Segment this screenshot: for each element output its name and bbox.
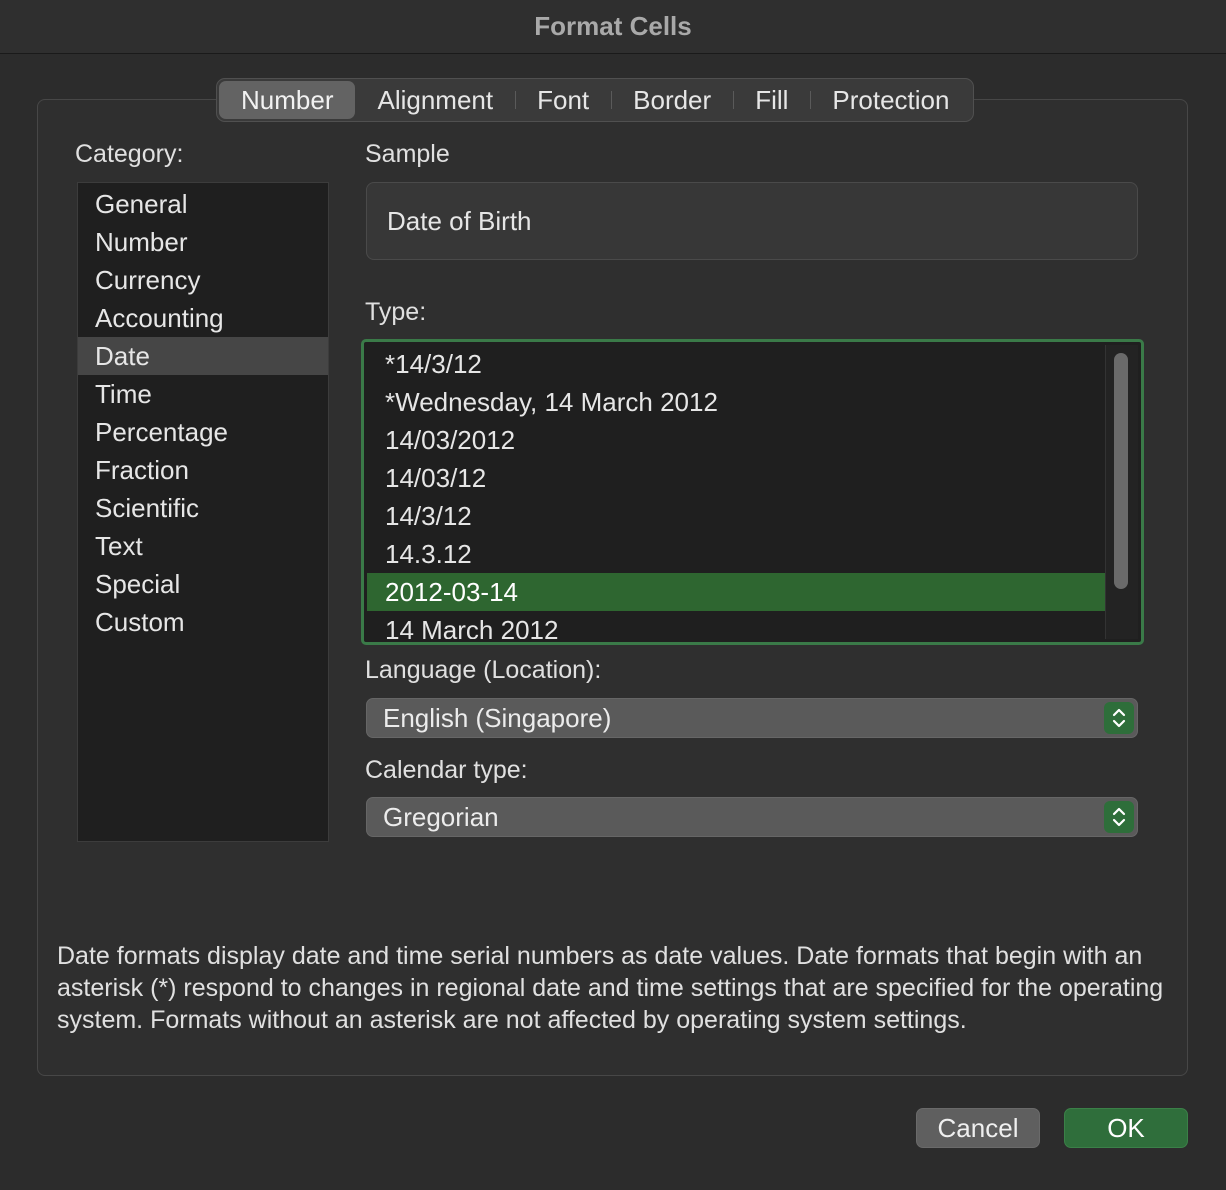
category-item-text[interactable]: Text	[78, 527, 328, 565]
category-item-currency[interactable]: Currency	[78, 261, 328, 299]
category-item-special[interactable]: Special	[78, 565, 328, 603]
category-item-date[interactable]: Date	[78, 337, 328, 375]
category-item-custom[interactable]: Custom	[78, 603, 328, 641]
tab-font[interactable]: Font	[515, 81, 611, 119]
type-item[interactable]: *Wednesday, 14 March 2012	[367, 383, 1105, 421]
format-cells-dialog: Format Cells Number Alignment Font Borde…	[0, 0, 1226, 1190]
category-item-percentage[interactable]: Percentage	[78, 413, 328, 451]
category-label: Category:	[75, 140, 184, 168]
tab-fill[interactable]: Fill	[733, 81, 810, 119]
sample-value: Date of Birth	[387, 205, 532, 236]
chevron-up-down-icon	[1104, 702, 1134, 734]
type-list[interactable]: *14/3/12 *Wednesday, 14 March 2012 14/03…	[361, 339, 1144, 645]
category-item-general[interactable]: General	[78, 185, 328, 223]
tab-protection[interactable]: Protection	[810, 81, 971, 119]
type-item-selected[interactable]: 2012-03-14	[367, 573, 1105, 611]
type-item[interactable]: 14/3/12	[367, 497, 1105, 535]
type-label: Type:	[365, 298, 427, 326]
window-title: Format Cells	[534, 11, 692, 41]
category-list[interactable]: General Number Currency Accounting Date …	[77, 182, 329, 842]
tab-border[interactable]: Border	[611, 81, 733, 119]
type-item[interactable]: 14 March 2012	[367, 611, 1105, 639]
category-item-number[interactable]: Number	[78, 223, 328, 261]
type-item[interactable]: 14/03/12	[367, 459, 1105, 497]
cancel-button[interactable]: Cancel	[916, 1108, 1040, 1148]
type-list-items: *14/3/12 *Wednesday, 14 March 2012 14/03…	[367, 345, 1105, 639]
category-item-time[interactable]: Time	[78, 375, 328, 413]
calendar-label: Calendar type:	[365, 756, 528, 784]
format-description: Date formats display date and time seria…	[57, 942, 1164, 1034]
calendar-select[interactable]: Gregorian	[366, 797, 1138, 837]
scrollbar-thumb[interactable]	[1114, 353, 1128, 589]
ok-button[interactable]: OK	[1064, 1108, 1188, 1148]
title-bar[interactable]: Format Cells	[0, 0, 1226, 54]
sample-label: Sample	[365, 140, 450, 168]
tab-number[interactable]: Number	[219, 81, 356, 119]
category-item-fraction[interactable]: Fraction	[78, 451, 328, 489]
type-item[interactable]: 14/03/2012	[367, 421, 1105, 459]
sample-preview: Date of Birth	[366, 182, 1138, 260]
type-item[interactable]: *14/3/12	[367, 345, 1105, 383]
type-item[interactable]: 14.3.12	[367, 535, 1105, 573]
language-value: English (Singapore)	[383, 702, 612, 733]
tab-alignment[interactable]: Alignment	[355, 81, 515, 119]
calendar-value: Gregorian	[383, 801, 499, 832]
tab-bar: Number Alignment Font Border Fill Protec…	[216, 78, 975, 122]
category-item-scientific[interactable]: Scientific	[78, 489, 328, 527]
chevron-up-down-icon	[1104, 801, 1134, 833]
type-list-scrollbar[interactable]	[1105, 345, 1138, 639]
language-label: Language (Location):	[365, 656, 602, 684]
language-select[interactable]: English (Singapore)	[366, 698, 1138, 738]
category-item-accounting[interactable]: Accounting	[78, 299, 328, 337]
